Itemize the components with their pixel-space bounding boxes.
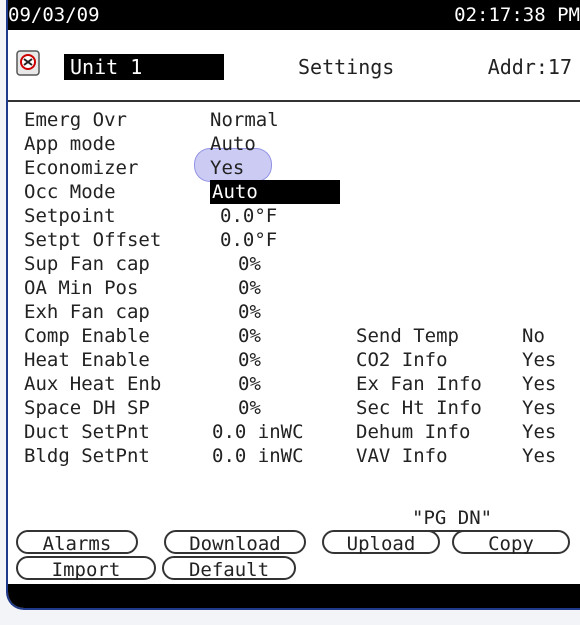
- info-value[interactable]: No: [522, 324, 545, 348]
- info-label: Ex Fan Info: [356, 373, 482, 395]
- setting-label: Economizer: [24, 157, 139, 179]
- page-down-hint[interactable]: "PG DN": [412, 506, 499, 532]
- status-bar: 09/03/09 02:17:38 PM: [8, 0, 580, 30]
- setting-value[interactable]: Auto: [210, 132, 256, 156]
- page-title: Settings: [298, 55, 395, 79]
- setting-value[interactable]: 0%: [238, 300, 261, 324]
- info-label: CO2 Info: [356, 349, 448, 371]
- setting-value[interactable]: 0.0°F: [220, 204, 277, 228]
- unit-icon[interactable]: [16, 50, 40, 76]
- address-label: Addr:17: [487, 55, 572, 79]
- setting-value[interactable]: 0%: [238, 348, 261, 372]
- info-value[interactable]: Yes: [522, 372, 556, 396]
- setting-label: Setpoint: [24, 205, 116, 227]
- setting-label: Sup Fan cap: [24, 253, 150, 275]
- default-button[interactable]: Default: [162, 556, 296, 581]
- setting-value[interactable]: Yes: [210, 156, 244, 180]
- setting-label: Setpt Offset: [24, 229, 162, 251]
- info-label: VAV Info: [356, 445, 448, 467]
- info-row-vav[interactable]: VAV Info Yes: [24, 444, 556, 540]
- download-button[interactable]: Download: [164, 530, 306, 555]
- hvac-display-frame: 09/03/09 02:17:38 PM Unit 1 Settings Add…: [6, 0, 580, 610]
- bottom-bar: [8, 584, 580, 608]
- copy-button[interactable]: Copy: [452, 530, 570, 555]
- info-label: Sec Ht Info: [356, 397, 482, 419]
- unit-name-field[interactable]: Unit 1: [64, 54, 224, 80]
- info-value[interactable]: Yes: [522, 348, 556, 372]
- date-display: 09/03/09: [8, 4, 100, 26]
- info-value[interactable]: Yes: [522, 420, 556, 444]
- setting-value[interactable]: 0%: [238, 372, 261, 396]
- screen-header: Unit 1 Settings Addr:17: [8, 36, 580, 96]
- time-display: 02:17:38 PM: [454, 4, 580, 26]
- alarms-button[interactable]: Alarms: [16, 530, 138, 555]
- upload-button[interactable]: Upload: [322, 530, 440, 555]
- setting-label: Emerg Ovr: [24, 109, 127, 131]
- setting-value-selected[interactable]: Auto: [210, 180, 340, 204]
- setting-value[interactable]: 0.0°F: [220, 228, 277, 252]
- setting-label: OA Min Pos: [24, 277, 139, 299]
- info-value[interactable]: Yes: [522, 444, 556, 468]
- setting-label: Exh Fan cap: [24, 301, 150, 323]
- setting-value[interactable]: 0%: [238, 324, 261, 348]
- header-divider: [8, 100, 580, 102]
- info-value[interactable]: Yes: [522, 396, 556, 420]
- setting-value[interactable]: 0.0 inWC: [212, 444, 304, 468]
- setting-label: Occ Mode: [24, 181, 116, 203]
- setting-value[interactable]: 0%: [238, 276, 261, 300]
- setting-value[interactable]: 0%: [238, 396, 261, 420]
- setting-value[interactable]: 0.0 inWC: [212, 420, 304, 444]
- info-label: Dehum Info: [356, 421, 471, 443]
- import-button[interactable]: Import: [16, 556, 156, 581]
- setting-value[interactable]: 0%: [238, 252, 261, 276]
- setting-value[interactable]: Normal: [210, 108, 279, 132]
- setting-label: App mode: [24, 133, 116, 155]
- info-label: Send Temp: [356, 325, 459, 347]
